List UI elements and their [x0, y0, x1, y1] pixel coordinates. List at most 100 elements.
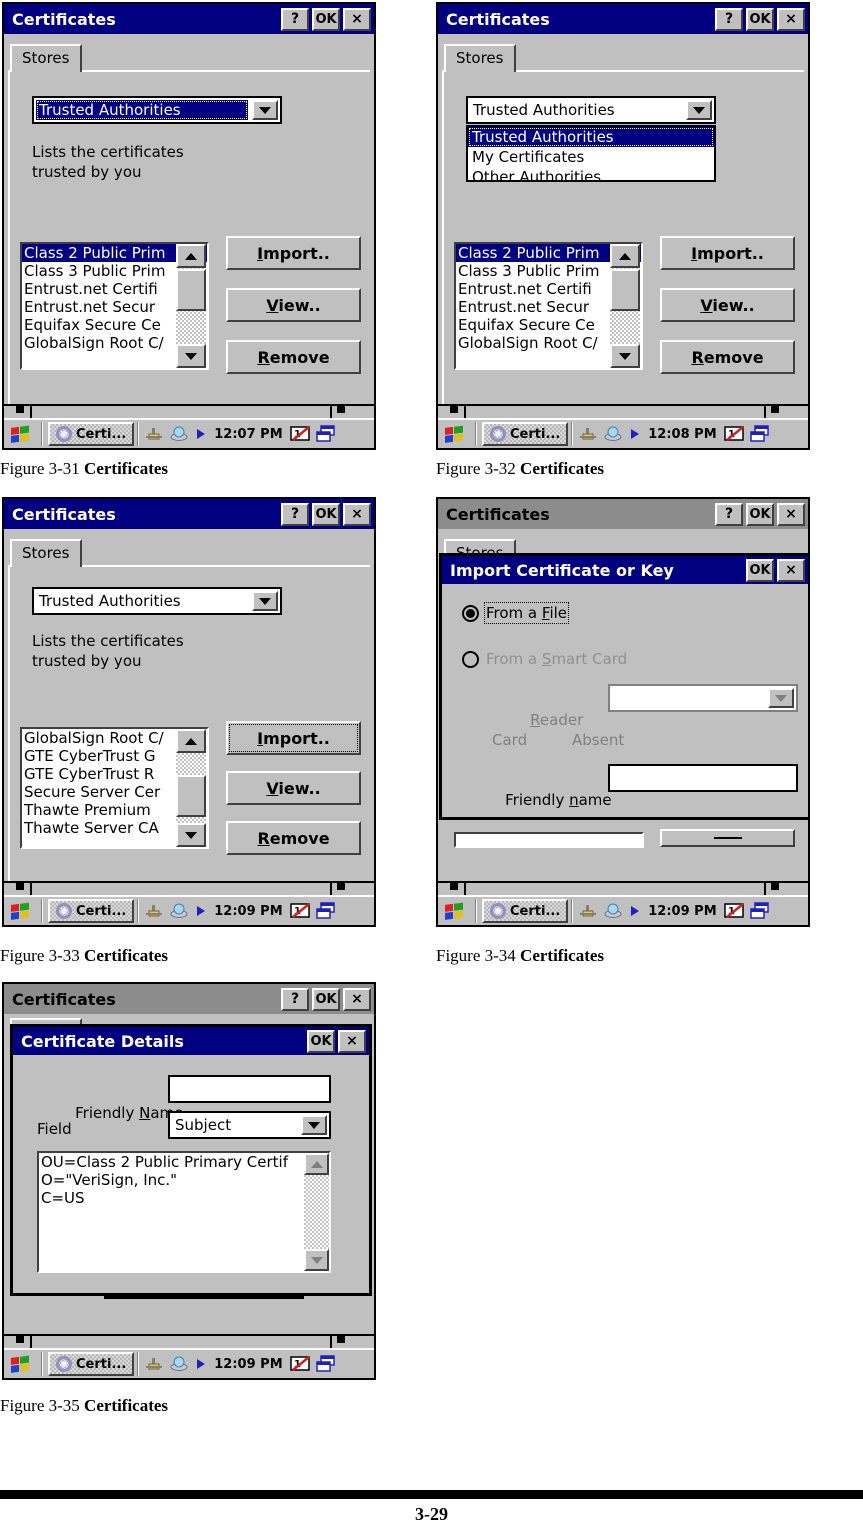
- connection-icon[interactable]: [145, 900, 167, 922]
- start-button[interactable]: [438, 421, 472, 447]
- ok-button[interactable]: OK: [312, 7, 340, 31]
- taskbar-clock[interactable]: 12:08 PM: [648, 427, 716, 442]
- ok-button[interactable]: OK: [746, 502, 774, 526]
- close-button[interactable]: ×: [777, 502, 805, 526]
- scrollbar-thumb[interactable]: [176, 269, 206, 311]
- connection-icon[interactable]: [145, 1353, 167, 1375]
- ok-button[interactable]: OK: [312, 987, 340, 1011]
- ok-button[interactable]: OK: [312, 502, 340, 526]
- chevron-down-icon[interactable]: [252, 100, 278, 120]
- scroll-up-button[interactable]: [176, 244, 206, 268]
- chevron-down-icon[interactable]: [686, 100, 712, 120]
- play-arrow-icon[interactable]: [195, 1353, 207, 1375]
- start-button[interactable]: [4, 1351, 38, 1377]
- scrollbar-thumb[interactable]: [610, 269, 640, 311]
- date-pen-icon[interactable]: 1: [289, 423, 312, 445]
- scroll-up-button[interactable]: [176, 729, 206, 753]
- scroll-up-button[interactable]: [610, 244, 640, 268]
- date-pen-icon[interactable]: 1: [289, 900, 312, 922]
- date-pen-icon[interactable]: 1: [723, 423, 746, 445]
- view-button[interactable]: View..: [226, 288, 361, 322]
- taskbar-task-certificates[interactable]: Certi...: [482, 422, 569, 446]
- store-dropdown-list[interactable]: Trusted Authorities My Certificates Othe…: [466, 125, 716, 186]
- network-icon[interactable]: [604, 900, 626, 922]
- remove-button[interactable]: Remove: [226, 340, 361, 374]
- taskbar-task-certificates[interactable]: Certi...: [48, 422, 135, 446]
- taskbar-clock[interactable]: 12:09 PM: [214, 1357, 282, 1372]
- dialog-ok-button[interactable]: OK: [746, 558, 774, 582]
- start-button[interactable]: [4, 898, 38, 924]
- dropdown-item[interactable]: My Certificates: [468, 147, 714, 167]
- help-button[interactable]: ?: [715, 7, 743, 31]
- date-pen-icon[interactable]: 1: [723, 900, 746, 922]
- windows-tasks-icon[interactable]: [749, 423, 771, 445]
- network-icon[interactable]: [604, 423, 626, 445]
- help-button[interactable]: ?: [281, 987, 309, 1011]
- windows-tasks-icon[interactable]: [749, 900, 771, 922]
- scroll-down-button[interactable]: [176, 823, 206, 847]
- taskbar-clock[interactable]: 12:07 PM: [214, 427, 282, 442]
- field-combobox[interactable]: Subject: [168, 1111, 331, 1139]
- taskbar-clock[interactable]: 12:09 PM: [214, 904, 282, 919]
- close-button[interactable]: ×: [777, 7, 805, 31]
- view-button[interactable]: View..: [226, 771, 361, 805]
- friendly-name-input[interactable]: [608, 764, 798, 792]
- dialog-ok-button[interactable]: OK: [307, 1029, 335, 1053]
- tab-stores[interactable]: Stores: [10, 44, 82, 72]
- play-arrow-icon[interactable]: [195, 423, 207, 445]
- store-combobox[interactable]: Trusted Authorities: [32, 587, 282, 615]
- view-button[interactable]: View..: [660, 288, 795, 322]
- store-combobox[interactable]: Trusted Authorities: [32, 96, 282, 124]
- network-icon[interactable]: [170, 423, 192, 445]
- tab-stores[interactable]: Stores: [10, 539, 82, 567]
- windows-tasks-icon[interactable]: [315, 900, 337, 922]
- play-arrow-icon[interactable]: [629, 900, 641, 922]
- close-button[interactable]: ×: [343, 502, 371, 526]
- dialog-close-button[interactable]: ×: [777, 558, 805, 582]
- radio-from-smart-card[interactable]: From a Smart Card: [462, 650, 627, 668]
- import-button[interactable]: Import..: [226, 236, 361, 270]
- play-arrow-icon[interactable]: [629, 423, 641, 445]
- remove-button[interactable]: Remove: [226, 821, 361, 855]
- remove-button[interactable]: Remove: [660, 340, 795, 374]
- help-button[interactable]: ?: [715, 502, 743, 526]
- windows-tasks-icon[interactable]: [315, 423, 337, 445]
- scroll-down-button[interactable]: [304, 1249, 329, 1271]
- import-button[interactable]: Import..: [226, 721, 361, 755]
- radio-button-icon[interactable]: [462, 604, 479, 622]
- taskbar-task-certificates[interactable]: Certi...: [48, 899, 135, 923]
- chevron-down-icon[interactable]: [768, 688, 794, 708]
- friendly-name-input[interactable]: [168, 1075, 331, 1103]
- play-arrow-icon[interactable]: [195, 900, 207, 922]
- reader-combobox[interactable]: [608, 684, 798, 712]
- dropdown-item[interactable]: Trusted Authorities: [468, 127, 714, 147]
- tab-stores[interactable]: Stores: [444, 44, 516, 72]
- chevron-down-icon[interactable]: [252, 591, 278, 611]
- listbox-scrollbar[interactable]: [610, 244, 640, 368]
- taskbar-task-certificates[interactable]: Certi...: [48, 1352, 135, 1376]
- help-button[interactable]: ?: [281, 7, 309, 31]
- radio-button-icon[interactable]: [462, 650, 479, 668]
- ok-button[interactable]: OK: [746, 7, 774, 31]
- close-button[interactable]: ×: [343, 7, 371, 31]
- listbox-scrollbar[interactable]: [176, 729, 206, 847]
- import-button[interactable]: Import..: [660, 236, 795, 270]
- taskbar-task-certificates[interactable]: Certi...: [482, 899, 569, 923]
- store-combobox[interactable]: Trusted Authorities: [466, 96, 716, 124]
- scroll-down-button[interactable]: [176, 344, 206, 368]
- date-pen-icon[interactable]: 1: [289, 1353, 312, 1375]
- radio-from-file[interactable]: From a File: [462, 602, 570, 624]
- help-button[interactable]: ?: [281, 502, 309, 526]
- connection-icon[interactable]: [579, 900, 601, 922]
- listbox-scrollbar[interactable]: [176, 244, 206, 368]
- start-button[interactable]: [438, 898, 472, 924]
- detail-scrollbar[interactable]: [304, 1153, 329, 1271]
- scroll-up-button[interactable]: [304, 1153, 329, 1175]
- dialog-close-button[interactable]: ×: [338, 1029, 366, 1053]
- close-button[interactable]: ×: [343, 987, 371, 1011]
- taskbar-clock[interactable]: 12:09 PM: [648, 904, 716, 919]
- scrollbar-thumb[interactable]: [176, 775, 206, 817]
- network-icon[interactable]: [170, 1353, 192, 1375]
- certificate-detail-listbox[interactable]: OU=Class 2 Public Primary Certif O="Veri…: [37, 1151, 331, 1273]
- dropdown-item[interactable]: Other Authorities: [468, 167, 714, 187]
